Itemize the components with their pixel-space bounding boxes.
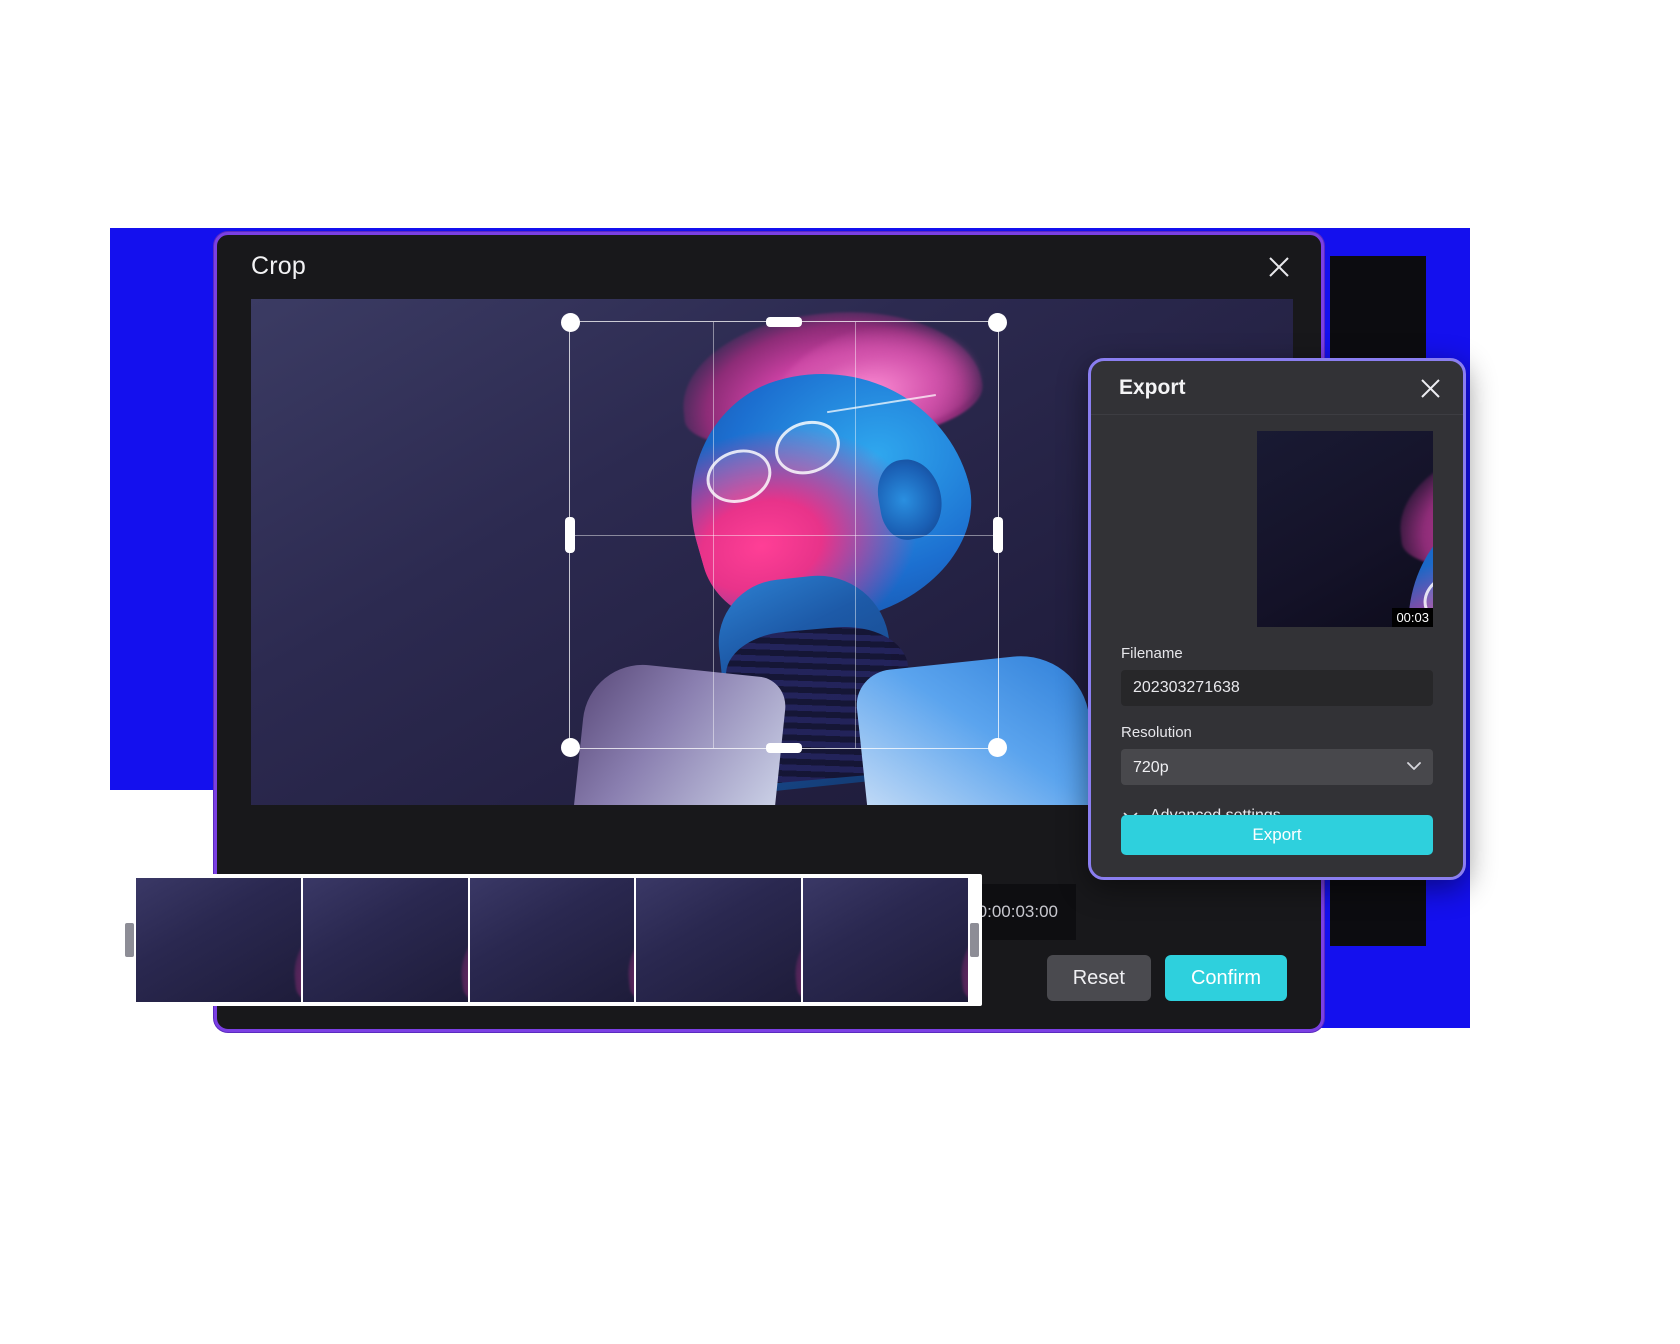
export-dialog-header: Export <box>1091 361 1463 415</box>
crop-action-bar: Reset Confirm <box>1046 955 1287 1001</box>
crop-handle-right[interactable] <box>993 517 1003 553</box>
resolution-select-wrap: 720p <box>1121 749 1433 785</box>
filmstrip-frame[interactable] <box>469 878 635 1002</box>
export-button[interactable]: Export <box>1121 815 1433 855</box>
filename-input[interactable] <box>1121 670 1433 706</box>
crop-handle-bottom-right[interactable] <box>988 738 1007 757</box>
crop-selection-box[interactable] <box>561 313 1007 757</box>
crop-handle-left[interactable] <box>565 517 575 553</box>
crop-handle-bottom-left[interactable] <box>561 738 580 757</box>
filmstrip-frame[interactable] <box>803 878 968 1002</box>
reset-button[interactable]: Reset <box>1046 955 1151 1001</box>
export-dialog: Export 00:03 Filename 202303271638 Resol… <box>1088 358 1466 880</box>
filmstrip-frame[interactable] <box>136 878 301 1002</box>
trim-handle-right[interactable] <box>970 923 979 957</box>
trim-handle-left[interactable] <box>125 923 134 957</box>
resolution-select[interactable]: 720p <box>1121 749 1433 785</box>
export-dialog-body: 00:03 Filename Resolution 720p <box>1091 415 1463 825</box>
filename-label: Filename <box>1121 645 1183 662</box>
crop-handle-top-right[interactable] <box>988 313 1007 332</box>
filmstrip-frame[interactable] <box>302 878 468 1002</box>
filmstrip-track[interactable] <box>122 874 982 1006</box>
export-title: Export <box>1119 375 1186 399</box>
crop-handle-bottom[interactable] <box>766 743 802 753</box>
filmstrip-frame[interactable] <box>636 878 802 1002</box>
confirm-button[interactable]: Confirm <box>1164 955 1287 1001</box>
resolution-label: Resolution <box>1121 724 1192 741</box>
crop-handle-top-left[interactable] <box>561 313 580 332</box>
close-icon[interactable] <box>1265 253 1293 281</box>
page-title: Crop <box>251 251 306 280</box>
screenshot-stage: Crop Reset Confirm 00:00:03:00 Export 00… <box>0 0 1680 1344</box>
crop-handle-top[interactable] <box>766 317 802 327</box>
close-icon[interactable] <box>1418 376 1443 401</box>
crop-dialog-header: Crop <box>217 235 1321 297</box>
thumbnail-duration-badge: 00:03 <box>1392 608 1433 627</box>
export-preview-row: 00:03 <box>1121 431 1433 627</box>
export-thumbnail: 00:03 <box>1257 431 1433 627</box>
